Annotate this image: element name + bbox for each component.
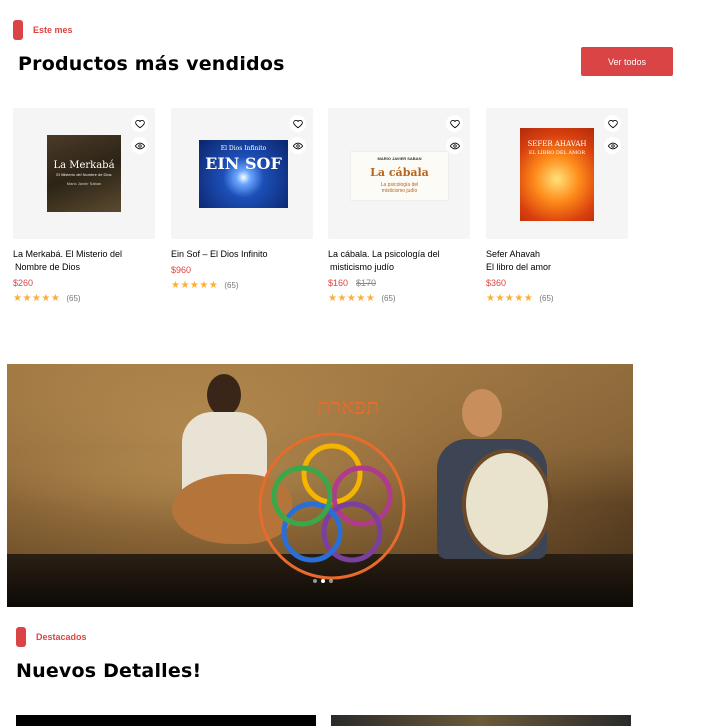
price-row: $960 (171, 265, 313, 275)
product-image-area[interactable]: El Dios Infinito EIN SOF (171, 108, 313, 239)
product-price: $260 (13, 278, 34, 288)
product-card[interactable]: El Dios Infinito EIN SOF Ein Sof – El Di… (171, 108, 313, 291)
quick-view-button[interactable] (446, 137, 463, 154)
frame-drum (462, 449, 552, 559)
review-count: (65) (539, 294, 554, 303)
carousel-dot[interactable] (329, 579, 333, 583)
featured-tile[interactable] (331, 715, 631, 726)
section-tag-featured: Destacados (16, 627, 87, 647)
book-cover: MARIO JAVIER SABAN La cábala La psicolog… (350, 151, 449, 201)
quick-view-button[interactable] (131, 137, 148, 154)
section-tag-best-sellers: Este mes (13, 20, 73, 40)
rating-row: ★★★★★ (65) (13, 293, 155, 304)
product-old-price: $170 (356, 278, 377, 288)
quick-view-button[interactable] (289, 137, 306, 154)
price-row: $160 $170 (328, 278, 470, 288)
star-icon: ★★★★★ (13, 293, 61, 304)
tag-label: Este mes (33, 25, 73, 35)
rating-row: ★★★★★ (65) (171, 280, 313, 291)
carousel-dots (313, 579, 333, 583)
wishlist-button[interactable] (131, 115, 148, 132)
cover-title: SEFER AHAVAH (527, 140, 587, 148)
star-icon: ★★★★★ (328, 293, 376, 304)
review-count: (65) (381, 294, 396, 303)
product-price: $960 (171, 265, 192, 275)
cover-author: Mario Javier Saban (66, 181, 102, 186)
eye-icon (607, 142, 618, 149)
tag-marker (13, 20, 23, 40)
product-image-area[interactable]: SEFER AHAVAH EL LIBRO DEL AMOR (486, 108, 628, 239)
featured-tile[interactable] (16, 715, 316, 726)
product-card[interactable]: MARIO JAVIER SABAN La cábala La psicolog… (328, 108, 470, 304)
product-price: $160 (328, 278, 349, 288)
product-name[interactable]: Ein Sof – El Dios Infinito (171, 248, 313, 261)
heart-icon (292, 119, 303, 128)
carousel-dot[interactable] (313, 579, 317, 583)
logo-emblem (258, 432, 406, 580)
eye-icon (449, 142, 460, 149)
wishlist-button[interactable] (604, 115, 621, 132)
cover-title: EIN SOF (205, 154, 282, 173)
cover-author: MARIO JAVIER SABAN (377, 156, 422, 161)
star-icon: ★★★★★ (486, 293, 534, 304)
product-card[interactable]: SEFER AHAVAH EL LIBRO DEL AMOR Sefer Aha… (486, 108, 628, 304)
review-count: (65) (66, 294, 81, 303)
eye-icon (134, 142, 145, 149)
product-image-area[interactable]: MARIO JAVIER SABAN La cábala La psicolog… (328, 108, 470, 239)
section-title-featured: Nuevos Detalles! (16, 660, 202, 682)
logo-text: תפארת (317, 395, 380, 420)
wishlist-button[interactable] (446, 115, 463, 132)
section-title-best-sellers: Productos más vendidos (18, 53, 285, 75)
cover-subtitle: El Dios Infinito (220, 145, 267, 152)
heart-icon (134, 119, 145, 128)
quick-view-button[interactable] (604, 137, 621, 154)
eye-icon (292, 142, 303, 149)
book-cover: El Dios Infinito EIN SOF (199, 140, 288, 208)
price-row: $260 (13, 278, 155, 288)
heart-icon (449, 119, 460, 128)
product-name[interactable]: La cábala. La psicología del misticismo … (328, 248, 470, 274)
carousel-dot-active[interactable] (321, 579, 325, 583)
star-icon: ★★★★★ (171, 280, 219, 291)
product-card[interactable]: La Merkabá El Misterio del Nombre de Dio… (13, 108, 155, 304)
product-name[interactable]: La Merkabá. El Misterio del Nombre de Di… (13, 248, 155, 274)
tag-label: Destacados (36, 632, 87, 642)
product-price: $360 (486, 278, 507, 288)
heart-icon (607, 119, 618, 128)
cover-subtitle: El Misterio del Nombre de Dios (56, 172, 112, 177)
cover-title: La Merkabá (53, 160, 115, 171)
cover-title: La cábala (370, 166, 429, 179)
product-image-area[interactable]: La Merkabá El Misterio del Nombre de Dio… (13, 108, 155, 239)
review-count: (65) (224, 281, 239, 290)
tag-marker (16, 627, 26, 647)
view-all-button[interactable]: Ver todos (581, 47, 673, 76)
book-cover: La Merkabá El Misterio del Nombre de Dio… (47, 135, 121, 212)
rating-row: ★★★★★ (65) (486, 293, 628, 304)
book-cover: SEFER AHAVAH EL LIBRO DEL AMOR (520, 128, 594, 221)
cover-subtitle: La psicología del misticismo judío (380, 182, 419, 194)
product-name[interactable]: Sefer Ahavah El libro del amor (486, 248, 628, 274)
wishlist-button[interactable] (289, 115, 306, 132)
hero-banner[interactable]: תפארת (7, 364, 633, 607)
cover-subtitle: EL LIBRO DEL AMOR (528, 150, 586, 156)
rating-row: ★★★★★ (65) (328, 293, 470, 304)
price-row: $360 (486, 278, 628, 288)
